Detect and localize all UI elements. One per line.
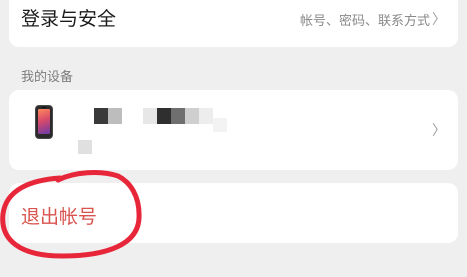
logout-label: 退出帐号 <box>21 206 98 228</box>
phone-icon <box>36 106 52 138</box>
login-security-subtitle: 帐号、密码、联系方式 <box>299 14 430 29</box>
chevron-right-icon: 〉 <box>432 123 446 139</box>
logout-button[interactable]: 退出帐号 <box>9 183 458 243</box>
chevron-right-icon: 〉 <box>432 12 446 28</box>
my-devices-section-label: 我的设备 <box>21 70 74 85</box>
device-row[interactable]: 〉 <box>9 90 458 170</box>
login-security-row[interactable]: 登录与安全 帐号、密码、联系方式 〉 <box>9 0 458 47</box>
login-security-title: 登录与安全 <box>21 8 117 30</box>
